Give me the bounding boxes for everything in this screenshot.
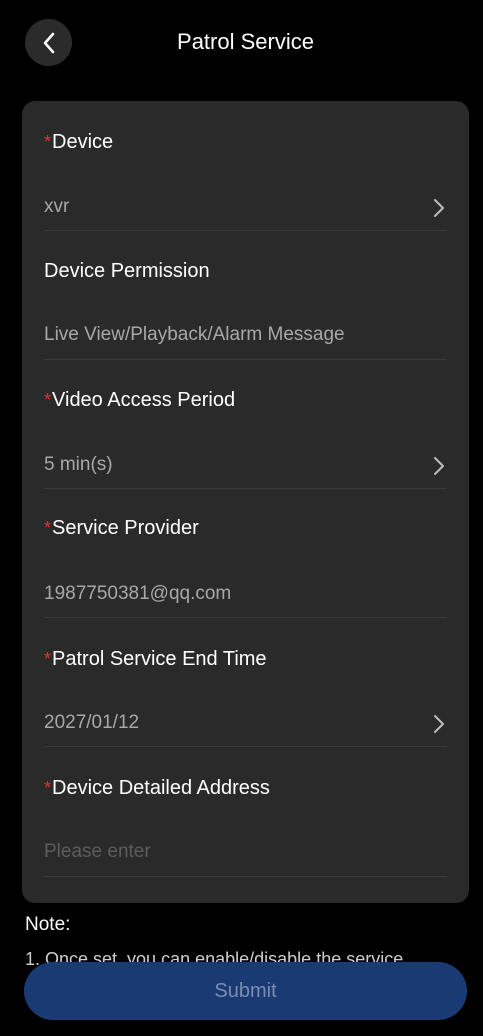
required-marker: *: [44, 778, 52, 798]
required-marker: *: [44, 390, 52, 410]
device-label: *Device: [44, 131, 114, 153]
chevron-right-icon: [434, 199, 444, 217]
video-access-period-field[interactable]: *Video Access Period 5 min(s): [44, 360, 447, 489]
device-permission-field: Device Permission Live View/Playback/Ala…: [44, 231, 447, 360]
service-provider-value: 1987750381@qq.com: [44, 583, 232, 604]
device-address-input[interactable]: [44, 839, 447, 865]
page-title: Patrol Service: [177, 29, 314, 54]
patrol-end-time-label: *Patrol Service End Time: [44, 648, 267, 670]
patrol-end-time-value: 2027/01/12: [44, 712, 140, 733]
device-permission-value: Live View/Playback/Alarm Message: [44, 324, 345, 345]
chevron-right-icon: [434, 457, 444, 475]
patrol-end-time-field[interactable]: *Patrol Service End Time 2027/01/12: [44, 618, 447, 747]
required-marker: *: [44, 518, 52, 538]
submit-button[interactable]: Submit: [24, 962, 467, 1020]
note-title: Note:: [25, 914, 71, 935]
required-marker: *: [44, 649, 52, 669]
device-field[interactable]: *Device xvr: [44, 101, 447, 231]
chevron-right-icon: [434, 715, 444, 733]
divider: [44, 876, 447, 877]
form-card: *Device xvr Device Permission Live View/…: [22, 101, 469, 903]
video-access-period-value: 5 min(s): [44, 454, 113, 475]
service-provider-label: *Service Provider: [44, 517, 199, 539]
device-value: xvr: [44, 196, 70, 217]
device-permission-label: Device Permission: [44, 260, 210, 282]
device-address-label: *Device Detailed Address: [44, 777, 270, 799]
header: Patrol Service: [0, 0, 483, 90]
required-marker: *: [44, 132, 52, 152]
service-provider-field: *Service Provider 1987750381@qq.com: [44, 489, 447, 618]
device-address-field: *Device Detailed Address: [44, 747, 447, 877]
video-access-period-label: *Video Access Period: [44, 389, 236, 411]
